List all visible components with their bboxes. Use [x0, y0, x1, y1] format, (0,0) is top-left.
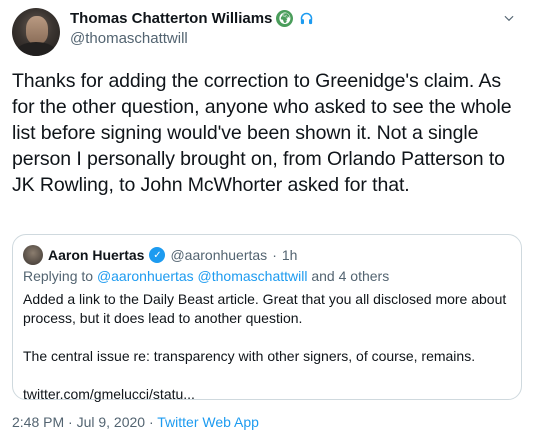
meta-separator: ·: [148, 414, 154, 430]
avatar-face: [26, 16, 48, 44]
quoted-paragraph: Added a link to the Daily Beast article.…: [23, 291, 507, 326]
chevron-down-icon[interactable]: [499, 8, 519, 28]
reply-mentions[interactable]: @aaronhuertas @thomaschattwill: [97, 268, 308, 284]
globe-icon: 🌍︎: [276, 10, 294, 27]
quoted-avatar: [23, 245, 43, 265]
quoted-header: Aaron Huertas ✓ @aaronhuertas · 1h: [23, 245, 297, 265]
quoted-display-name: Aaron Huertas: [48, 247, 145, 263]
author-name-row: Thomas Chatterton Williams 🌍︎: [70, 10, 315, 27]
quoted-paragraph: The central issue re: transparency with …: [23, 348, 476, 364]
author-handle[interactable]: @thomaschattwill: [70, 30, 188, 47]
headphones-icon: [297, 10, 315, 27]
tweet-source[interactable]: Twitter Web App: [157, 414, 259, 430]
quoted-tweet[interactable]: Aaron Huertas ✓ @aaronhuertas · 1h Reply…: [12, 234, 522, 402]
quoted-replying-to: Replying to @aaronhuertas @thomaschattwi…: [23, 268, 389, 284]
tweet-text: Thanks for adding the correction to Gree…: [12, 70, 512, 196]
quoted-time: 1h: [281, 247, 298, 263]
reply-prefix: Replying to: [23, 268, 94, 284]
quoted-text: Added a link to the Daily Beast article.…: [23, 290, 513, 423]
avatar-shoulders: [16, 42, 56, 56]
tweet-meta: 2:48 PM · Jul 9, 2020 · Twitter Web App: [12, 414, 259, 430]
verified-icon: ✓: [149, 247, 166, 263]
author-display-name[interactable]: Thomas Chatterton Williams: [70, 10, 272, 27]
reply-suffix: and 4 others: [311, 268, 390, 284]
tweet-timestamp[interactable]: 2:48 PM · Jul 9, 2020: [12, 414, 145, 430]
quoted-handle: @aaronhuertas: [170, 247, 268, 263]
author-avatar[interactable]: [12, 8, 60, 56]
tweet: Thomas Chatterton Williams 🌍︎ @thomascha…: [0, 0, 535, 441]
quoted-separator: ·: [272, 247, 277, 263]
quoted-link: twitter.com/gmelucci/statu...: [23, 386, 195, 402]
